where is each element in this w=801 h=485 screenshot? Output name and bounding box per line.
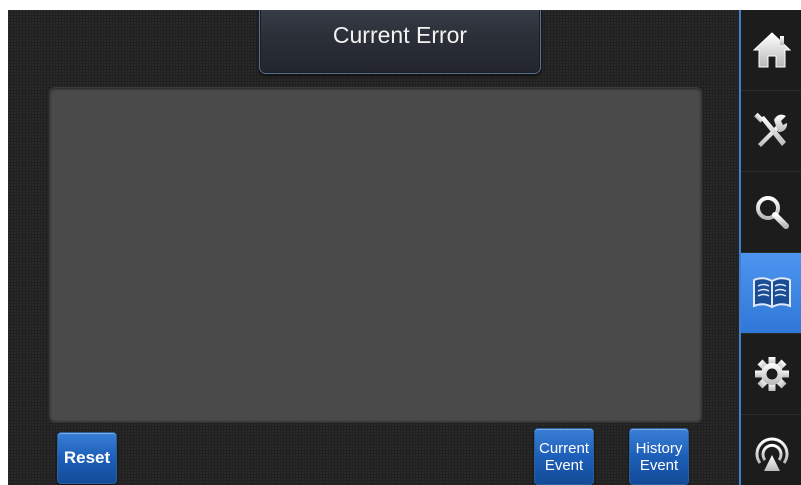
current-event-label-line1: Current — [538, 439, 590, 457]
sidebar-item-search[interactable] — [741, 172, 801, 253]
sidebar-item-tools[interactable] — [741, 91, 801, 172]
search-icon — [756, 196, 789, 229]
page-title: Current Error — [332, 22, 468, 48]
sidebar-item-manual[interactable] — [741, 253, 801, 334]
history-event-label-line1: History — [635, 439, 683, 457]
sidebar-item-settings[interactable] — [741, 334, 801, 415]
hmi-screen: Current Error Reset Current Event Histor… — [8, 10, 801, 485]
signal-icon — [755, 437, 789, 471]
gear-icon — [755, 357, 789, 391]
title-tab: Current Error — [259, 10, 541, 74]
reset-button[interactable]: Reset — [57, 432, 117, 484]
current-event-button[interactable]: Current Event — [534, 428, 594, 485]
history-event-button[interactable]: History Event — [629, 428, 689, 485]
home-icon — [752, 32, 792, 68]
sidebar-item-network[interactable] — [741, 415, 801, 485]
current-event-label-line2: Event — [544, 456, 584, 474]
book-icon — [753, 277, 791, 309]
history-event-label-line2: Event — [639, 456, 679, 474]
sidebar-item-home[interactable] — [741, 10, 801, 91]
tools-icon — [754, 112, 788, 147]
error-list-panel — [49, 87, 702, 422]
sidebar — [739, 10, 801, 485]
